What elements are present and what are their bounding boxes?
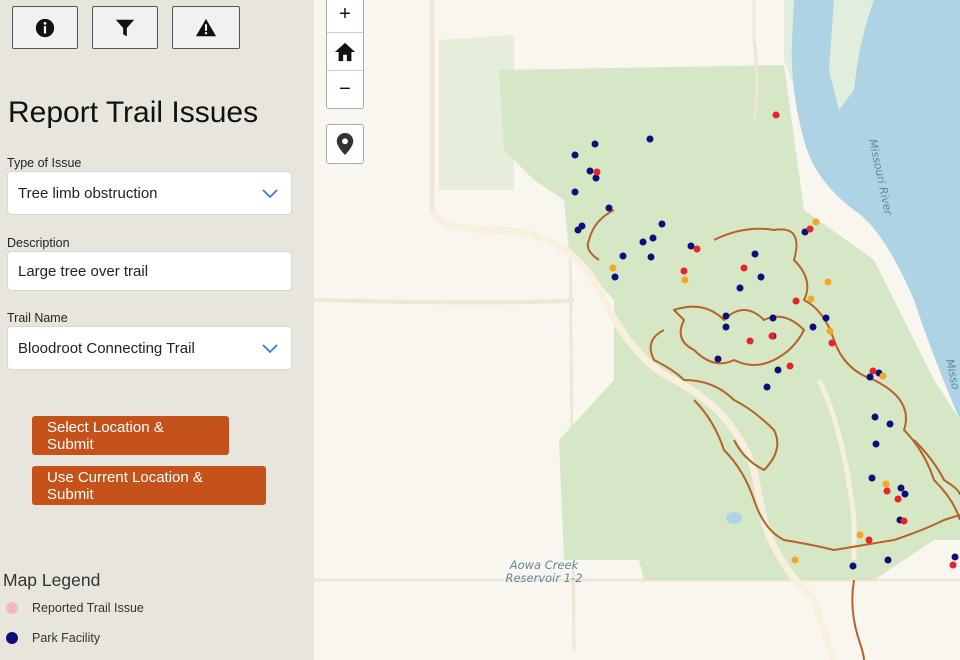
zoom-in-button[interactable]: + xyxy=(327,0,363,33)
issue-type-select[interactable]: Tree limb obstruction xyxy=(7,171,292,215)
trail-name-label: Trail Name xyxy=(7,311,68,325)
map-view[interactable]: Missouri River Misso Aowa Creek Reservoi… xyxy=(314,0,960,660)
legend-label: Reported Trail Issue xyxy=(32,601,144,615)
current-location-submit-button[interactable]: Use Current Location & Submit xyxy=(32,466,266,505)
legend-item-reported-issue: Reported Trail Issue xyxy=(6,600,144,616)
filter-icon xyxy=(115,19,135,36)
report-panel: Report Trail Issues Type of Issue Tree l… xyxy=(0,0,314,660)
legend-swatch xyxy=(6,632,18,644)
warning-triangle-icon xyxy=(195,18,217,36)
filter-button[interactable] xyxy=(92,6,158,49)
info-circle-icon xyxy=(35,18,55,37)
reservoir-label-line2: Reservoir 1-2 xyxy=(505,571,582,585)
issue-type-label: Type of Issue xyxy=(7,156,82,170)
legend-title: Map Legend xyxy=(3,570,101,590)
report-alert-button[interactable] xyxy=(172,6,240,49)
issue-type-value: Tree limb obstruction xyxy=(18,184,158,202)
description-field[interactable]: Large tree over trail xyxy=(7,251,292,291)
zoom-out-button[interactable]: − xyxy=(327,71,363,108)
legend-swatch xyxy=(6,602,18,614)
basemap: Missouri River Misso Aowa Creek Reservoi… xyxy=(314,0,960,660)
chevron-down-icon xyxy=(262,344,278,354)
description-label: Description xyxy=(7,236,70,250)
legend-item-park-facility: Park Facility xyxy=(6,630,100,646)
home-icon xyxy=(334,42,356,61)
locate-button[interactable] xyxy=(327,125,363,163)
trail-name-value: Bloodroot Connecting Trail xyxy=(18,339,195,357)
map-marker-icon xyxy=(336,133,354,155)
home-button[interactable] xyxy=(327,33,363,71)
zoom-control: + − xyxy=(326,0,364,109)
reservoir-label: Aowa Creek xyxy=(509,558,580,572)
legend-label: Park Facility xyxy=(32,631,101,645)
trail-name-select[interactable]: Bloodroot Connecting Trail xyxy=(7,326,292,370)
page-title: Report Trail Issues xyxy=(8,96,259,129)
select-location-submit-button[interactable]: Select Location & Submit xyxy=(32,416,229,455)
description-value: Large tree over trail xyxy=(18,262,149,280)
info-button[interactable] xyxy=(12,6,78,49)
locate-control xyxy=(326,124,364,164)
chevron-down-icon xyxy=(262,189,278,199)
